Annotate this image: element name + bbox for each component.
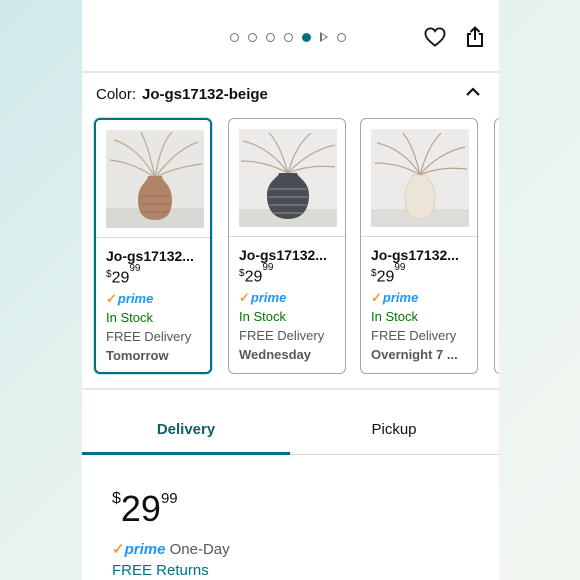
- color-swatch[interactable]: Jo-gs17132... $2999 ✓prime In Stock FREE…: [228, 118, 346, 374]
- color-swatch-partial[interactable]: [494, 118, 499, 374]
- product-page: Color: Jo-gs17132-beige Jo-gs17132... $2…: [82, 0, 499, 580]
- product-thumbnail: [106, 130, 204, 228]
- delivery-text: FREE Delivery: [371, 328, 457, 343]
- carousel-dot[interactable]: [230, 32, 239, 42]
- carousel-dot[interactable]: [248, 32, 257, 42]
- heart-icon: [424, 27, 446, 47]
- product-thumbnail: [239, 129, 337, 227]
- divider: [82, 71, 499, 73]
- free-returns-link[interactable]: FREE Returns: [112, 562, 209, 579]
- delivery-text: FREE Delivery: [106, 329, 192, 344]
- delivery-day: Overnight 7 ...: [371, 347, 458, 362]
- product-thumbnail: [371, 129, 469, 227]
- color-label: Color:: [96, 86, 137, 103]
- prime-badge: ✓prime: [371, 290, 419, 305]
- stock-status: In Stock: [371, 309, 418, 324]
- fulfillment-tabs: Delivery Pickup: [82, 410, 499, 456]
- prime-check-icon: ✓: [239, 290, 250, 305]
- swatch-name: Jo-gs17132...: [239, 247, 327, 263]
- carousel-dot[interactable]: [284, 32, 293, 42]
- color-swatch-list: Jo-gs17132... $2999 ✓prime In Stock FREE…: [94, 118, 499, 376]
- vase-shape: [404, 174, 436, 220]
- share-icon: [467, 26, 483, 47]
- wishlist-button[interactable]: [422, 24, 448, 50]
- prime-check-icon: ✓: [112, 541, 125, 558]
- tab-pickup[interactable]: Pickup: [290, 410, 498, 454]
- chevron-up-icon: [466, 87, 480, 96]
- divider: [82, 388, 499, 390]
- color-swatch[interactable]: Jo-gs17132... $2999 ✓prime In Stock FREE…: [94, 118, 212, 374]
- swatch-price: $2999: [371, 262, 406, 286]
- carousel-dot-active[interactable]: [302, 32, 311, 42]
- prime-check-icon: ✓: [106, 291, 117, 306]
- prime-one-day: ✓prime One-Day: [112, 541, 230, 558]
- carousel-dot[interactable]: [337, 32, 346, 42]
- carousel-dots: [230, 32, 346, 42]
- carousel-dot[interactable]: [266, 32, 275, 42]
- vase-image: [239, 129, 337, 227]
- prime-badge: ✓prime: [106, 291, 154, 306]
- delivery-day: Tomorrow: [106, 348, 169, 363]
- tab-delivery[interactable]: Delivery: [82, 410, 290, 454]
- prime-badge: ✓prime: [239, 290, 287, 305]
- delivery-day: Wednesday: [239, 347, 312, 362]
- color-selector-header: Color: Jo-gs17132-beige: [96, 86, 268, 103]
- image-carousel-bar: [82, 0, 499, 72]
- swatch-divider: [361, 236, 477, 237]
- vase-image: [371, 129, 469, 227]
- swatch-price: $2999: [239, 262, 274, 286]
- collapse-button[interactable]: [464, 84, 482, 98]
- swatch-divider: [96, 237, 210, 238]
- swatch-name: Jo-gs17132...: [106, 248, 194, 264]
- color-swatch[interactable]: Jo-gs17132... $2999 ✓prime In Stock FREE…: [360, 118, 478, 374]
- active-tab-indicator: [82, 452, 290, 455]
- offer-price: $2999: [112, 488, 178, 529]
- swatch-name: Jo-gs17132...: [371, 247, 459, 263]
- stock-status: In Stock: [239, 309, 286, 324]
- swatch-price: $2999: [106, 263, 141, 287]
- stock-status: In Stock: [106, 310, 153, 325]
- video-play-icon[interactable]: [320, 32, 328, 42]
- vase-image: [106, 130, 204, 228]
- share-button[interactable]: [462, 24, 488, 50]
- swatch-divider: [229, 236, 345, 237]
- color-value: Jo-gs17132-beige: [142, 86, 268, 103]
- delivery-text: FREE Delivery: [239, 328, 325, 343]
- prime-check-icon: ✓: [371, 290, 382, 305]
